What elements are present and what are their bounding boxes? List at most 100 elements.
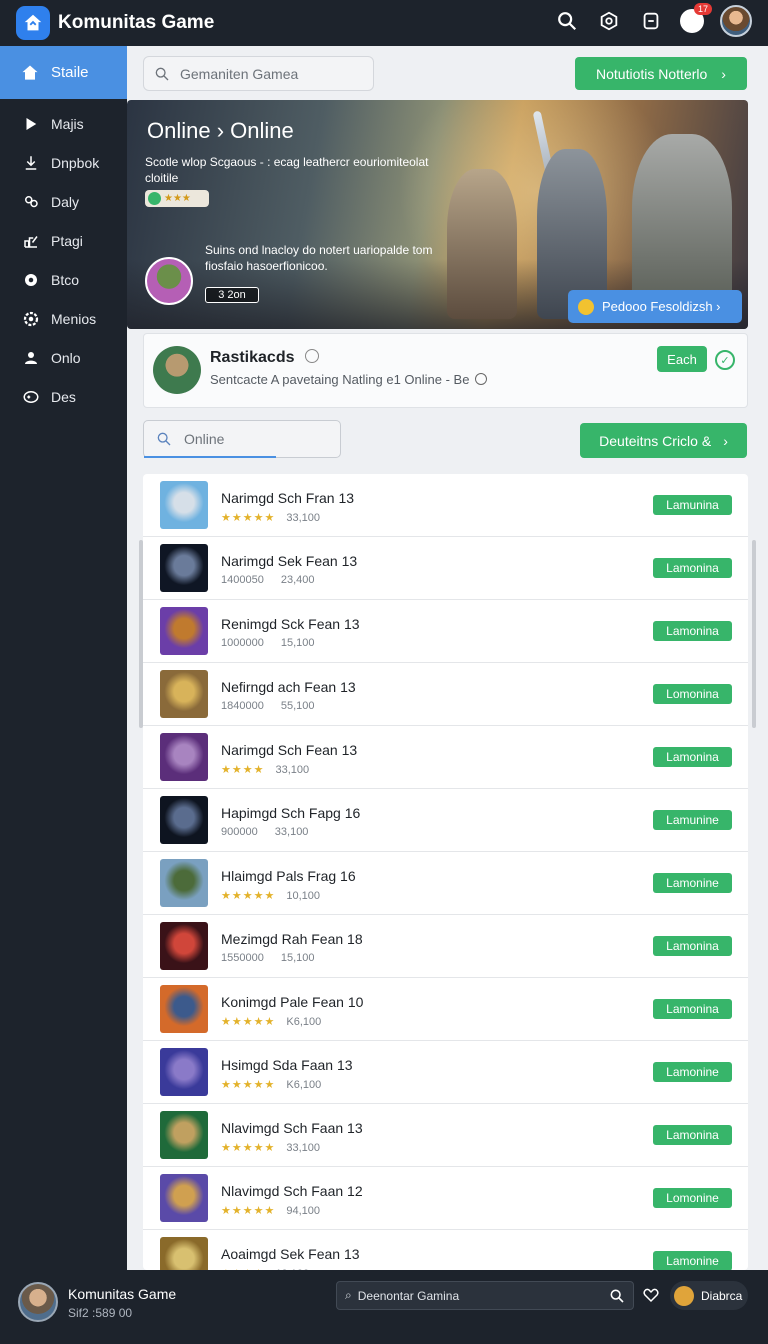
game-row[interactable]: Konimgd Pale Fean 10 ★★★★★ K6,100 Lamoni… (143, 978, 748, 1041)
game-row[interactable]: Nlavimgd Sch Faan 12 ★★★★★ 94,100 Lomoni… (143, 1167, 748, 1230)
hexagon-settings-icon[interactable] (596, 8, 622, 34)
game-action-button[interactable]: Lamonine (653, 873, 732, 893)
bottom-subtitle: Sif2 :589 00 (68, 1306, 133, 1320)
game-rating-stars: ★★★★★ (221, 1205, 276, 1217)
sidebar-item-active[interactable]: Staile (0, 46, 127, 99)
game-rating-stars: ★★★★★ (221, 1016, 276, 1028)
game-list: Narimgd Sch Fran 13 ★★★★★ 33,100 Lamunin… (143, 474, 748, 1270)
game-row[interactable]: Hlaimgd Pals Frag 16 ★★★★★ 10,100 Lamoni… (143, 852, 748, 915)
each-button[interactable]: Each (657, 346, 707, 372)
game-thumbnail (160, 607, 208, 655)
bottom-avatar[interactable] (18, 1282, 58, 1322)
game-title: Nlavimgd Sch Faan 12 (221, 1183, 363, 1199)
right-scrollbar[interactable] (752, 540, 756, 728)
sidebar-item-menios[interactable]: Menios (0, 299, 127, 338)
game-row[interactable]: Aoaimgd Sek Fean 13 ★★★★ 19,100 Lamonine (143, 1230, 748, 1270)
user-avatar[interactable] (720, 5, 752, 37)
search-icon (157, 432, 171, 446)
game-action-button[interactable]: Lamonina (653, 621, 732, 641)
game-meta: 1550000 15,100 (221, 952, 315, 964)
sidebar-item-label: Menios (51, 310, 97, 327)
hero-rating: ★★★ (145, 190, 209, 207)
game-action-button[interactable]: Lamunine (653, 810, 732, 830)
heart-icon[interactable] (642, 1286, 660, 1304)
profile-avatar[interactable] (153, 346, 201, 394)
check-circle-icon[interactable]: ✓ (715, 350, 735, 370)
hero-banner[interactable]: Online › Online Scotle wlop Scgaous - : … (127, 100, 748, 329)
game-row[interactable]: Hapimgd Sch Fapg 16 900000 33,100 Lamuni… (143, 789, 748, 852)
search-icon[interactable] (554, 8, 580, 34)
game-action-button[interactable]: Lamunina (653, 495, 732, 515)
game-meta: ★★★★★ 33,100 (221, 1141, 320, 1154)
game-value: K6,100 (286, 1079, 322, 1091)
game-title: Aoaimgd Sek Fean 13 (221, 1246, 360, 1262)
sidebar-item-label: Onlo (51, 349, 81, 366)
sidebar-item-majis[interactable]: Majis (0, 104, 127, 143)
game-row[interactable]: Hsimgd Sda Faan 13 ★★★★★ K6,100 Lamonine (143, 1041, 748, 1104)
search-input[interactable]: Gemaniten Gamea (143, 56, 374, 91)
app-title: Komunitas Game (58, 12, 215, 33)
sidebar-item-label: Ptagi (51, 232, 83, 249)
search-placeholder: Gemaniten Gamea (180, 65, 299, 82)
app-logo-icon[interactable] (16, 6, 50, 40)
user-pill[interactable]: Diabrca (670, 1281, 748, 1310)
game-action-button[interactable]: Lamonina (653, 936, 732, 956)
game-value: 33,100 (286, 1142, 321, 1154)
game-title: Konimgd Pale Fean 10 (221, 994, 364, 1010)
game-action-button[interactable]: Lamonine (653, 1062, 732, 1082)
game-action-button[interactable]: Lamonina (653, 999, 732, 1019)
download-icon (22, 154, 40, 172)
left-scrollbar[interactable] (139, 540, 143, 728)
pencil-icon: ⌕ (345, 1288, 352, 1302)
sidebar-item-label: Daly (51, 193, 80, 210)
sidebar-item-label: Majis (51, 115, 84, 132)
game-value: 33,100 (274, 826, 309, 838)
sidebar-item-btco[interactable]: Btco (0, 260, 127, 299)
sidebar-item-ptagi[interactable]: Ptagi (0, 221, 127, 260)
hero-cta-label: Pedooo Fesoldizsh › (602, 299, 721, 314)
game-action-button[interactable]: Lomonine (653, 1188, 732, 1208)
game-action-button[interactable]: Lamonina (653, 1125, 732, 1145)
deut-button-label: Deuteitns Criclo & (599, 432, 712, 449)
game-row[interactable]: Nlavimgd Sch Faan 13 ★★★★★ 33,100 Lamoni… (143, 1104, 748, 1167)
game-row[interactable]: Narimgd Sek Fean 13 1400050 23,400 Lamon… (143, 537, 748, 600)
main-content: Gemaniten Gamea Notutiotis Notterlo › On… (127, 46, 768, 1270)
sidebar-item-des[interactable]: Des (0, 377, 127, 416)
game-action-button[interactable]: Lamonine (653, 1251, 732, 1270)
notification-badge: 17 (693, 3, 712, 15)
hero-avatar[interactable] (145, 257, 193, 305)
message-icon[interactable] (638, 8, 664, 34)
game-row[interactable]: Renimgd Sck Fean 13 1000000 15,100 Lamon… (143, 600, 748, 663)
game-row[interactable]: Nefirngd ach Fean 13 1840000 55,100 Lomo… (143, 663, 748, 726)
sidebar-item-dnpbok[interactable]: Dnpbok (0, 143, 127, 182)
chevron-right-icon: › (723, 432, 728, 449)
coin-icon (578, 298, 594, 315)
sidebar-item-daly[interactable]: Daly (0, 182, 127, 221)
notification-icon[interactable]: 17 (680, 3, 712, 33)
game-row[interactable]: Narimgd Sch Fean 13 ★★★★ 33,100 Lamonina (143, 726, 748, 789)
notification-button-label: Notutiotis Notterlo (596, 65, 708, 82)
game-meta: ★★★★★ 33,100 (221, 511, 320, 524)
game-action-button[interactable]: Lamonina (653, 747, 732, 767)
settings-icon (22, 271, 40, 289)
game-meta: ★★★★ 33,100 (221, 763, 309, 776)
info-icon[interactable] (304, 349, 319, 363)
game-thumbnail (160, 670, 208, 718)
bottom-search-input[interactable]: ⌕ Deenontar Gamina (336, 1281, 634, 1310)
hero-cta-button[interactable]: Pedooo Fesoldizsh › (568, 290, 742, 323)
game-row[interactable]: Mezimgd Rah Fean 18 1550000 15,100 Lamon… (143, 915, 748, 978)
game-action-button[interactable]: Lomonina (653, 684, 732, 704)
bottom-title: Komunitas Game (68, 1286, 177, 1302)
sidebar-item-label: Des (51, 388, 76, 405)
rating-stars: ★★★ (164, 193, 191, 204)
game-action-button[interactable]: Lamonina (653, 558, 732, 578)
list-search-input[interactable]: Online (143, 420, 341, 458)
game-meta: 1000000 15,100 (221, 637, 315, 649)
search-icon[interactable] (609, 1288, 625, 1304)
sidebar-item-onlo[interactable]: Onlo (0, 338, 127, 377)
game-value: 33,100 (275, 764, 310, 776)
notification-button[interactable]: Notutiotis Notterlo › (575, 57, 747, 90)
game-meta: ★★★★★ K6,100 (221, 1015, 321, 1028)
deut-button[interactable]: Deuteitns Criclo & › (580, 423, 747, 458)
game-row[interactable]: Narimgd Sch Fran 13 ★★★★★ 33,100 Lamunin… (143, 474, 748, 537)
